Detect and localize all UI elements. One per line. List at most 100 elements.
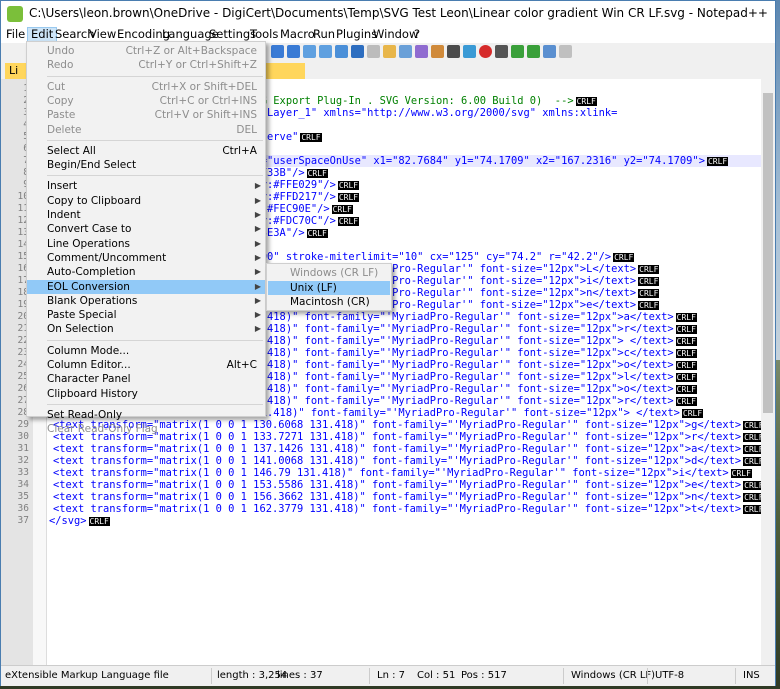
toolbar-function-list-icon[interactable] xyxy=(415,45,428,58)
code-line: ps" id="Layer_1" xmlns="http://www.w3.or… xyxy=(217,107,617,119)
toolbar-record-macro-icon[interactable] xyxy=(479,45,492,58)
status-divider xyxy=(211,668,212,684)
edit-menu-item-blank-operations[interactable]: Blank Operations ▶ xyxy=(27,294,265,308)
menu-file[interactable]: File xyxy=(3,27,28,43)
edit-menu-item-auto-completion[interactable]: Auto-Completion ▶ xyxy=(27,265,265,279)
eol-option-macintosh-cr[interactable]: Macintosh (CR) xyxy=(268,295,390,309)
edit-menu-item-copy-to-clipboard[interactable]: Copy to Clipboard ▶ xyxy=(27,194,265,208)
eol-option-unix-lf[interactable]: Unix (LF) xyxy=(268,280,390,295)
toolbar-doc-map-icon[interactable] xyxy=(399,45,412,58)
toolbar-wrap-icon[interactable] xyxy=(351,45,364,58)
eol-marker: CRLF xyxy=(300,133,322,142)
menu-separator xyxy=(47,339,263,341)
status-divider xyxy=(735,668,736,684)
menu-separator xyxy=(47,75,263,77)
edit-menu-item-convert-case-to[interactable]: Convert Case to ▶ xyxy=(27,222,265,236)
edit-menu-item-column-mode[interactable]: Column Mode... xyxy=(27,344,265,358)
code-text: 507 131.418)" font-family="'MyriadPro-Re… xyxy=(217,383,674,395)
toolbar-folder-icon[interactable] xyxy=(431,45,444,58)
code-line: 386 131.418)" font-family="'MyriadPro-Re… xyxy=(217,395,697,407)
toolbar-zoom-out-icon[interactable] xyxy=(319,45,332,58)
code-line: 751 131.418)" font-family="'MyriadPro-Re… xyxy=(217,311,697,323)
eol-option-windows-cr-lf[interactable]: Windows (CR LF) xyxy=(268,266,390,280)
code-text: 386 131.418)" font-family="'MyriadPro-Re… xyxy=(217,395,674,407)
code-text: 4.1, SVG Export Plug-In . SVG Version: 6… xyxy=(217,95,574,107)
line-number: 15 xyxy=(17,251,29,262)
edit-menu-item-indent[interactable]: Indent ▶ xyxy=(27,208,265,222)
menu-item-label: Blank Operations xyxy=(47,294,138,307)
edit-menu-item-redo[interactable]: Redo Ctrl+Y or Ctrl+Shift+Z xyxy=(27,58,265,72)
eol-marker: CRLF xyxy=(675,325,697,334)
toolbar-zoom-in-icon[interactable] xyxy=(303,45,316,58)
code-text: ntUnits="userSpaceOnUse" x1="82.7684" y1… xyxy=(217,155,705,167)
line-number: 27 xyxy=(17,395,29,406)
code-line: <text transform="matrix(1 0 0 1 153.5586… xyxy=(53,479,765,491)
line-number: 37 xyxy=(17,515,29,526)
code-line: ntUnits="userSpaceOnUse" x1="82.7684" y1… xyxy=(217,155,729,167)
edit-menu-item-insert[interactable]: Insert ▶ xyxy=(27,179,265,193)
title-bar[interactable]: C:\Users\leon.brown\OneDrive - DigiCert\… xyxy=(1,1,775,27)
toolbar-stop-macro-icon[interactable] xyxy=(495,45,508,58)
menu-separator xyxy=(47,403,263,405)
edit-menu-item-copy[interactable]: Copy Ctrl+C or Ctrl+INS xyxy=(27,94,265,108)
status-lines: lines : 37 xyxy=(277,670,323,681)
line-number: 24 xyxy=(17,359,29,370)
edit-menu-item-column-editor[interactable]: Column Editor... Alt+C xyxy=(27,358,265,372)
eol-marker: CRLF xyxy=(88,517,110,526)
line-number: 29 xyxy=(17,419,29,430)
line-number: 10 xyxy=(17,191,29,202)
vertical-scrollbar-thumb[interactable] xyxy=(763,93,773,413)
toolbar-all-chars-icon[interactable] xyxy=(367,45,380,58)
toolbar-run-macro-icon[interactable] xyxy=(527,45,540,58)
code-line: 9629 131.418)" font-family="'MyriadPro-R… xyxy=(217,407,704,419)
edit-menu-item-undo[interactable]: Undo Ctrl+Z or Alt+Backspace xyxy=(27,44,265,58)
line-number: 18 xyxy=(17,287,29,298)
toolbar-find-icon[interactable] xyxy=(271,45,284,58)
toolbar-play-macro-icon[interactable] xyxy=(511,45,524,58)
line-number: 9 xyxy=(1,179,29,190)
line-number: 35 xyxy=(17,491,29,502)
status-eol[interactable]: Windows (CR LF) xyxy=(571,670,655,681)
edit-menu-item-paste-special[interactable]: Paste Special ▶ xyxy=(27,308,265,322)
edit-menu-item-line-operations[interactable]: Line Operations ▶ xyxy=(27,237,265,251)
edit-menu-item-begin-end-select[interactable]: Begin/End Select xyxy=(27,158,265,172)
edit-menu-item-on-selection[interactable]: On Selection ▶ xyxy=(27,322,265,336)
edit-menu-item-set-read-only[interactable]: Set Read-Only xyxy=(27,408,265,422)
edit-menu-item-cut[interactable]: Cut Ctrl+X or Shift+DEL xyxy=(27,80,265,94)
menu-item-shortcut: Ctrl+Z or Alt+Backspace xyxy=(125,45,257,57)
toolbar-indent-guide-icon[interactable] xyxy=(383,45,396,58)
eol-marker: CRLF xyxy=(638,265,660,274)
toolbar-save-macro-icon[interactable] xyxy=(543,45,556,58)
eol-marker: CRLF xyxy=(638,301,660,310)
line-number: 23 xyxy=(17,347,29,358)
toolbar-replace-icon[interactable] xyxy=(287,45,300,58)
toolbar-sync-icon[interactable] xyxy=(335,45,348,58)
edit-menu-item-paste[interactable]: Paste Ctrl+V or Shift+INS xyxy=(27,108,265,122)
line-number: 11 xyxy=(17,203,29,214)
edit-menu-item-clipboard-history[interactable]: Clipboard History xyxy=(27,387,265,401)
line-number: 16 xyxy=(17,263,29,274)
code-text: 9629 131.418)" font-family="'MyriadPro-R… xyxy=(217,407,680,419)
edit-menu-item-character-panel[interactable]: Character Panel xyxy=(27,372,265,386)
status-encoding[interactable]: UTF-8 xyxy=(655,670,684,681)
menu-item-shortcut: Ctrl+X or Shift+DEL xyxy=(151,80,257,93)
edit-menu-item-select-all[interactable]: Select All Ctrl+A xyxy=(27,144,265,158)
menu-item-label: Unix (LF) xyxy=(290,281,337,294)
code-text: 271 131.418)" font-family="'MyriadPro-Re… xyxy=(217,347,674,359)
vertical-scrollbar[interactable] xyxy=(761,79,775,665)
menu-item-label: Indent xyxy=(47,209,81,221)
edit-menu-item-clear-read-only-flag[interactable]: Clear Read-Only Flag xyxy=(27,422,265,436)
notepadpp-app-icon xyxy=(7,6,23,22)
submenu-arrow-icon: ▶ xyxy=(254,310,261,320)
toolbar-extra-icon[interactable] xyxy=(559,45,572,58)
toolbar-eye-icon[interactable] xyxy=(463,45,476,58)
code-text: <text transform="matrix(1 0 0 1 162.3779… xyxy=(53,503,742,515)
edit-menu-item-comment-uncomment[interactable]: Comment/Uncomment ▶ xyxy=(27,251,265,265)
edit-menu-item-eol-conversion[interactable]: EOL Conversion ▶ xyxy=(27,279,265,294)
code-text: <text transform="matrix(1 0 0 1 156.3662… xyxy=(53,491,742,503)
edit-menu-item-delete[interactable]: Delete DEL xyxy=(27,123,265,137)
line-number: 22 xyxy=(17,335,29,346)
menu-help[interactable]: ? xyxy=(411,27,423,43)
toolbar-monitor-icon[interactable] xyxy=(447,45,460,58)
line-number: 17 xyxy=(17,275,29,286)
